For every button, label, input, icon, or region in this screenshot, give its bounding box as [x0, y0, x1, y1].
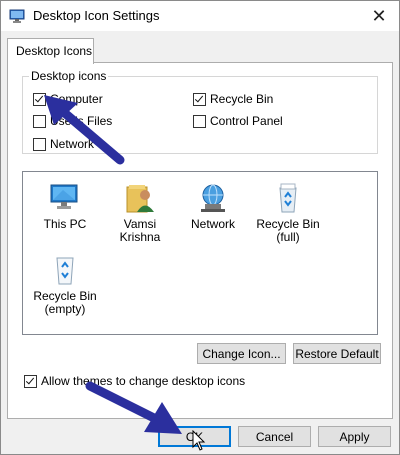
icon-label-this-pc: This PC: [43, 217, 87, 231]
allow-themes-checkbox[interactable]: [24, 374, 37, 388]
allow-themes-checkbox-row[interactable]: Allow themes to change desktop icons: [24, 374, 245, 388]
recycle-bin-checkbox-row[interactable]: Recycle Bin: [193, 92, 273, 106]
network-icon: [201, 184, 225, 212]
icon-list[interactable]: This PC Vamsi Krishna Network Recycle Bi…: [22, 171, 378, 335]
icon-item-user-folder[interactable]: Vamsi Krishna: [105, 182, 175, 244]
users-files-label: User's Files: [50, 114, 113, 128]
computer-icon: [50, 184, 78, 209]
close-button[interactable]: ✕: [359, 1, 399, 31]
control-panel-label: Control Panel: [210, 114, 283, 128]
icon-sublabel-recycle-bin-empty: (empty): [44, 302, 86, 316]
restore-default-button[interactable]: Restore Default: [293, 343, 381, 364]
control-panel-checkbox[interactable]: [193, 114, 206, 128]
desktop-icons-group: Desktop icons Computer Recycle Bin User'…: [22, 69, 378, 154]
computer-checkbox-row[interactable]: Computer: [33, 92, 103, 106]
tab-panel: Desktop icons Computer Recycle Bin User'…: [7, 62, 393, 419]
icon-item-recycle-bin-full[interactable]: Recycle Bin (full): [253, 182, 323, 244]
allow-themes-label: Allow themes to change desktop icons: [41, 374, 246, 388]
user-folder-icon: [126, 185, 154, 213]
desktop-settings-icon: [9, 9, 25, 23]
close-icon: ✕: [371, 6, 387, 26]
icon-item-recycle-bin-empty[interactable]: Recycle Bin (empty): [30, 254, 100, 316]
tab-desktop-icons[interactable]: Desktop Icons: [7, 38, 94, 64]
network-checkbox-row[interactable]: Network: [33, 137, 94, 151]
window-title: Desktop Icon Settings: [33, 8, 160, 23]
icon-item-this-pc[interactable]: This PC: [30, 182, 100, 231]
recycle-bin-label: Recycle Bin: [210, 92, 274, 106]
computer-label: Computer: [50, 92, 103, 106]
control-panel-checkbox-row[interactable]: Control Panel: [193, 114, 283, 128]
users-files-checkbox[interactable]: [33, 114, 46, 128]
icon-label-network: Network: [190, 217, 235, 231]
recycle-bin-empty-icon: [56, 257, 74, 285]
computer-checkbox[interactable]: [33, 92, 46, 106]
ok-button[interactable]: OK: [158, 426, 231, 447]
icon-item-network[interactable]: Network: [178, 182, 248, 231]
apply-button[interactable]: Apply: [318, 426, 391, 447]
icon-sublabel-recycle-bin-full: (full): [276, 230, 300, 244]
recycle-bin-full-icon: [279, 183, 297, 213]
network-label: Network: [50, 137, 95, 151]
cancel-button[interactable]: Cancel: [238, 426, 311, 447]
group-label: Desktop icons: [29, 69, 109, 83]
recycle-bin-checkbox[interactable]: [193, 92, 206, 106]
tab-label: Desktop Icons: [16, 44, 93, 58]
users-files-checkbox-row[interactable]: User's Files: [33, 114, 112, 128]
change-icon-button[interactable]: Change Icon...: [197, 343, 286, 364]
icon-label-user-folder: Vamsi Krishna: [119, 217, 161, 244]
title-bar: Desktop Icon Settings ✕: [1, 1, 399, 31]
network-checkbox[interactable]: [33, 137, 46, 151]
dialog-window: Desktop Icon Settings ✕ Desktop Icons De…: [0, 0, 400, 455]
